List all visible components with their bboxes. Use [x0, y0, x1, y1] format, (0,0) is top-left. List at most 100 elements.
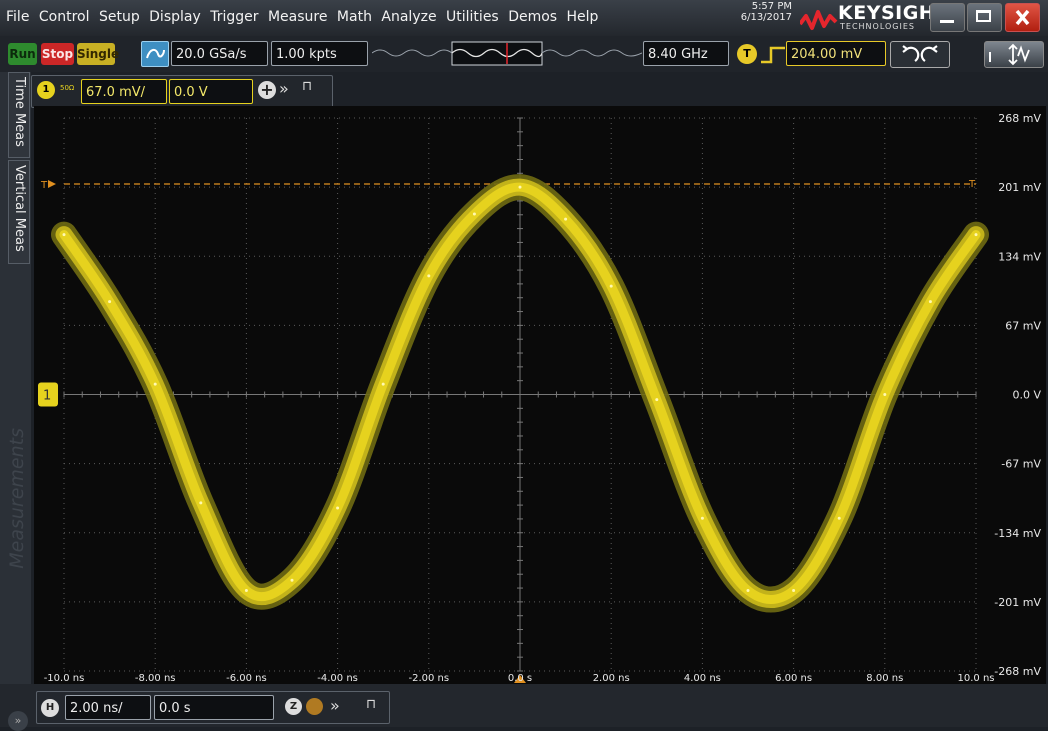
waveform-point: [244, 589, 248, 593]
menu-demos[interactable]: Demos: [508, 9, 557, 25]
waveform-point: [792, 589, 796, 593]
y-tick-label: -134 mV: [994, 527, 1041, 540]
x-tick-label: -6.00 ns: [226, 673, 267, 684]
zoom-icon[interactable]: Z: [285, 698, 302, 715]
autoscale-button[interactable]: [984, 41, 1044, 68]
channel-more-icon[interactable]: »: [279, 79, 289, 98]
acquisition-ball-icon[interactable]: [306, 698, 323, 715]
waveform-point: [199, 501, 203, 505]
menu-display[interactable]: Display: [149, 9, 201, 25]
x-tick-label: 6.00 ns: [775, 673, 812, 684]
y-tick-label: 134 mV: [998, 250, 1041, 263]
bandwidth-waveform-strip[interactable]: [372, 41, 642, 66]
horizontal-more-icon[interactable]: »: [330, 696, 340, 715]
clock-date: 6/13/2017: [740, 12, 792, 23]
trigger-level-field[interactable]: 204.00 mV: [786, 41, 886, 66]
expand-icon[interactable]: »: [8, 711, 28, 731]
waveform-point: [108, 300, 112, 304]
menu-setup[interactable]: Setup: [99, 9, 140, 25]
run-button[interactable]: Run: [8, 43, 37, 65]
maximize-button[interactable]: [967, 3, 1002, 32]
minimize-button[interactable]: [930, 3, 965, 32]
menu-trigger[interactable]: Trigger: [210, 9, 258, 25]
x-tick-label: -8.00 ns: [135, 673, 176, 684]
horizontal-position-field[interactable]: 0.0 s: [154, 695, 274, 720]
single-button[interactable]: Single: [77, 43, 119, 65]
waveform-point: [974, 233, 978, 237]
waveform-point: [655, 398, 659, 402]
undo-redo-button[interactable]: [890, 41, 950, 68]
x-tick-label: 10.0 ns: [958, 673, 995, 684]
side-panel: Time Meas Vertical Meas Measurements: [0, 72, 31, 727]
horizontal-pin-icon[interactable]: ⊓: [366, 697, 376, 712]
undo-redo-icon: [902, 45, 938, 62]
horizontal-icon[interactable]: H: [41, 699, 59, 717]
acquisition-mode-button[interactable]: [141, 41, 169, 67]
acquisition-mode-icon: [146, 48, 165, 59]
menu-analyze[interactable]: Analyze: [381, 9, 436, 25]
y-tick-label: 268 mV: [998, 112, 1041, 125]
y-tick-label: 0.0 V: [1012, 389, 1041, 402]
y-tick-label: 201 mV: [998, 181, 1041, 194]
ground-marker-label: 1: [43, 389, 51, 404]
trigger-marker-arrow: [48, 180, 56, 189]
y-tick-label: -268 mV: [994, 665, 1041, 678]
waveform-point: [336, 506, 340, 510]
waveform-display[interactable]: T T 1 -10.0 ns -8.00 ns -6.00 ns -4.00 ns -2.00…: [34, 106, 1046, 684]
brand-logo: KEYSIGHT TECHNOLOGIES: [800, 2, 948, 32]
waveform-point: [381, 382, 385, 386]
channel-1-impedance: 50Ω: [60, 84, 75, 92]
x-tick-label: -4.00 ns: [317, 673, 358, 684]
memory-depth-field[interactable]: 1.00 kpts: [271, 41, 368, 66]
waveform-point: [883, 393, 887, 396]
channel-1-offset-field[interactable]: 0.0 V: [169, 79, 253, 104]
waveform-point: [564, 217, 568, 221]
tab-vertical-meas[interactable]: Vertical Meas: [8, 160, 30, 264]
menu-utilities[interactable]: Utilities: [446, 9, 499, 25]
maximize-icon: [976, 10, 991, 22]
close-icon: [1015, 9, 1030, 26]
waveform-point: [837, 516, 841, 520]
y-tick-label: -201 mV: [994, 596, 1041, 609]
waveform-point: [153, 382, 157, 386]
tab-time-meas[interactable]: Time Meas: [8, 72, 30, 158]
menu-math[interactable]: Math: [337, 9, 372, 25]
channel-pin-icon[interactable]: ⊓: [302, 79, 312, 94]
waveform-plot[interactable]: T T 1 -10.0 ns -8.00 ns -6.00 ns -4.00 ns -2.00…: [34, 106, 1046, 684]
horizontal-scale-field[interactable]: 2.00 ns/: [65, 695, 151, 720]
x-tick-label: 8.00 ns: [866, 673, 903, 684]
x-tick-label: 0.0 s: [508, 673, 532, 684]
menu-help[interactable]: Help: [567, 9, 599, 25]
y-tick-label: -67 mV: [1001, 458, 1041, 471]
menu-file[interactable]: File: [6, 9, 29, 25]
waveform-point: [609, 284, 613, 288]
x-tick-label: 4.00 ns: [684, 673, 721, 684]
keysight-wave-icon: [800, 10, 838, 30]
menu-control[interactable]: Control: [39, 9, 90, 25]
trigger-marker-right: T: [968, 179, 976, 190]
close-button[interactable]: [1005, 3, 1040, 32]
tab-vertical-meas-label: Vertical Meas: [12, 165, 27, 252]
waveform-point: [472, 212, 476, 216]
clock-time: 5:57 PM: [751, 1, 792, 12]
trigger-icon[interactable]: T: [737, 44, 757, 64]
clock: 5:57 PM 6/13/2017: [720, 1, 792, 23]
rising-edge-icon[interactable]: [761, 46, 785, 64]
waveform-point: [427, 274, 431, 278]
stop-button[interactable]: Stop: [41, 43, 74, 65]
bandwidth-field[interactable]: 8.40 GHz: [643, 41, 729, 66]
waveform-point: [928, 300, 932, 304]
menu-list: File Control Setup Display Trigger Measu…: [6, 9, 603, 25]
waveform-point: [518, 185, 522, 189]
channel-1-scale-field[interactable]: 67.0 mV/: [81, 79, 167, 104]
add-waveform-icon[interactable]: +: [258, 81, 276, 99]
minimize-icon: [940, 20, 954, 23]
x-tick-label: -2.00 ns: [408, 673, 449, 684]
autoscale-icon: [989, 43, 1030, 66]
trigger-marker-label: T: [40, 180, 48, 191]
y-tick-label: 67 mV: [1005, 319, 1041, 332]
waveform-point: [62, 233, 66, 237]
sample-rate-field[interactable]: 20.0 GSa/s: [171, 41, 268, 66]
menu-measure[interactable]: Measure: [268, 9, 328, 25]
channel-1-icon[interactable]: 1: [37, 81, 55, 99]
